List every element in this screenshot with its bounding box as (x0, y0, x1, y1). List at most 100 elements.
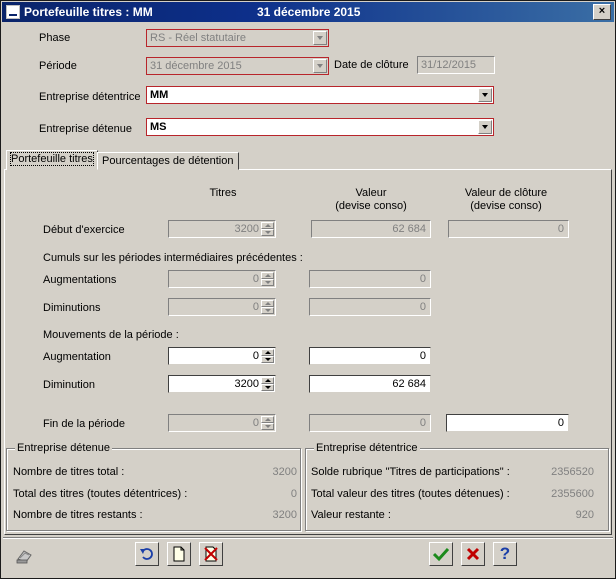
detenue-restants-label: Nombre de titres restants : (13, 509, 143, 521)
debut-exercice-label: Début d'exercice (43, 224, 125, 236)
cumuls-label: Cumuls sur les périodes intermédiaires p… (43, 252, 303, 264)
cum-diminutions-valeur-field[interactable]: 0 (309, 298, 431, 316)
fin-periode-label: Fin de la période (43, 418, 125, 430)
tab-pourcentages-detention[interactable]: Pourcentages de détention (97, 152, 239, 170)
mouv-augmentation-titres-stepper[interactable]: 0 (168, 347, 276, 365)
cum-dim-titres-value: 0 (252, 301, 259, 313)
app-icon (6, 5, 20, 19)
detenue-total-value: 3200 (272, 466, 297, 478)
date-cloture-label: Date de clôture (334, 59, 409, 71)
periode-select[interactable]: 31 décembre 2015 (146, 57, 329, 75)
cum-augmentations-label: Augmentations (43, 274, 117, 286)
date-cloture-field[interactable]: 31/12/2015 (417, 56, 495, 74)
new-document-button[interactable] (167, 542, 191, 566)
detenue-value: MS (150, 121, 167, 133)
print-icon[interactable] (15, 547, 35, 565)
col-valeur-subheader: (devise conso) (335, 200, 407, 212)
spin-down-icon[interactable] (261, 384, 274, 391)
mouv-diminution-valeur-input[interactable]: 62 684 (309, 375, 431, 393)
undo-button[interactable] (135, 542, 159, 566)
toolbar-separator (3, 537, 613, 539)
mouv-augmentation-valeur-input[interactable]: 0 (309, 347, 431, 365)
spin-up-icon[interactable] (261, 222, 274, 229)
mouv-diminution-titres-stepper[interactable]: 3200 (168, 375, 276, 393)
detenue-dropdown-arrow-icon[interactable] (478, 120, 492, 134)
periode-label: Période (39, 60, 77, 72)
phase-label: Phase (39, 32, 71, 44)
phase-select[interactable]: RS - Réel statutaire (146, 29, 329, 47)
cum-diminutions-titres-stepper[interactable]: 0 (168, 298, 276, 316)
detenue-restants-value: 3200 (272, 509, 297, 521)
detentrice-restante-value: 920 (575, 509, 594, 521)
phase-value: RS - Réel statutaire (150, 32, 246, 44)
debut-cloture-field[interactable]: 0 (448, 220, 569, 238)
spin-down-icon[interactable] (261, 356, 274, 363)
spin-up-icon[interactable] (261, 300, 274, 307)
detentrice-total-valeur-label: Total valeur des titres (toutes détenues… (311, 488, 510, 500)
debut-titres-value: 3200 (234, 223, 259, 235)
detentrice-restante-label: Valeur restante : (311, 509, 391, 521)
window-title: Portefeuille titres : MM (24, 5, 153, 19)
fin-titres-value: 0 (252, 417, 259, 429)
delete-document-button[interactable] (199, 542, 223, 566)
ok-button[interactable] (429, 542, 453, 566)
periode-dropdown-arrow-icon[interactable] (313, 59, 327, 73)
fin-cloture-input[interactable]: 0 (446, 414, 569, 432)
new-document-icon (173, 546, 185, 562)
group-detenue-title: Entreprise détenue (15, 442, 112, 454)
detenue-label: Entreprise détenue (39, 123, 132, 135)
spin-up-icon[interactable] (261, 349, 274, 356)
periode-value: 31 décembre 2015 (150, 60, 242, 72)
cum-aug-titres-value: 0 (252, 273, 259, 285)
detenue-select[interactable]: MS (146, 118, 494, 136)
cancel-x-icon (466, 547, 480, 561)
tab-portefeuille-titres[interactable]: Portefeuille titres (6, 150, 98, 170)
spin-down-icon[interactable] (261, 229, 274, 236)
spin-up-icon[interactable] (261, 377, 274, 384)
phase-dropdown-arrow-icon[interactable] (313, 31, 327, 45)
spin-down-icon[interactable] (261, 423, 274, 430)
tab-portefeuille-label: Portefeuille titres (10, 152, 94, 166)
detenue-total-label: Nombre de titres total : (13, 466, 125, 478)
debut-titres-stepper[interactable]: 3200 (168, 220, 276, 238)
help-question-icon: ? (499, 544, 511, 563)
group-detentrice-title: Entreprise détentrice (314, 442, 420, 454)
portefeuille-window: Portefeuille titres : MM 31 décembre 201… (0, 0, 616, 579)
close-button[interactable]: × (593, 4, 611, 20)
title-bar[interactable]: Portefeuille titres : MM 31 décembre 201… (2, 2, 614, 22)
detentrice-label: Entreprise détentrice (39, 91, 141, 103)
mouvements-label: Mouvements de la période : (43, 329, 179, 341)
mouv-diminution-label: Diminution (43, 379, 95, 391)
cancel-button[interactable] (461, 542, 485, 566)
detentrice-solde-label: Solde rubrique "Titres de participations… (311, 466, 510, 478)
fin-valeur-field[interactable]: 0 (309, 414, 431, 432)
col-cloture-header: Valeur de clôture (464, 187, 548, 199)
detenue-total-titres-label: Total des titres (toutes détentrices) : (13, 488, 188, 500)
mouv-dim-titres-value: 3200 (234, 378, 259, 390)
detentrice-solde-value: 2356520 (551, 466, 594, 478)
detentrice-value: MM (150, 89, 169, 101)
cum-diminutions-label: Diminutions (43, 302, 101, 314)
cum-augmentations-valeur-field[interactable]: 0 (309, 270, 431, 288)
col-cloture-subheader: (devise conso) (470, 200, 542, 212)
fin-titres-stepper[interactable]: 0 (168, 414, 276, 432)
detentrice-dropdown-arrow-icon[interactable] (478, 88, 492, 102)
window-date: 31 décembre 2015 (257, 5, 361, 19)
spin-up-icon[interactable] (261, 416, 274, 423)
detentrice-select[interactable]: MM (146, 86, 494, 104)
col-valeur-header: Valeur (355, 187, 387, 199)
spin-up-icon[interactable] (261, 272, 274, 279)
mouv-augmentation-label: Augmentation (43, 351, 111, 363)
delete-document-icon (204, 546, 218, 562)
debut-valeur-field[interactable]: 62 684 (311, 220, 431, 238)
detenue-total-titres-value: 0 (290, 488, 297, 500)
spin-down-icon[interactable] (261, 279, 274, 286)
cum-augmentations-titres-stepper[interactable]: 0 (168, 270, 276, 288)
help-button[interactable]: ? (493, 542, 517, 566)
mouv-aug-titres-value: 0 (252, 350, 259, 362)
spin-down-icon[interactable] (261, 307, 274, 314)
detentrice-total-valeur-value: 2355600 (551, 488, 594, 500)
tab-pourcentages-label: Pourcentages de détention (102, 155, 234, 167)
ok-check-icon (433, 547, 449, 562)
col-titres-header: Titres (209, 187, 237, 199)
